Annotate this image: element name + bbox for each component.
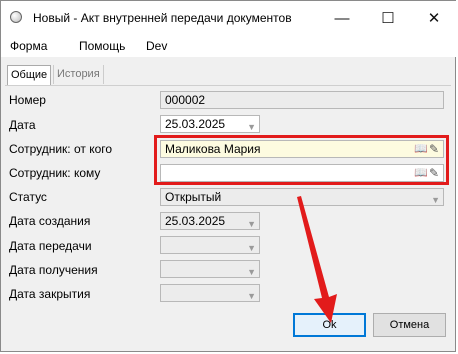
- employee-to-label: Сотрудник: кому: [9, 166, 101, 180]
- chevron-down-icon: ▼: [247, 291, 256, 301]
- menu-item-form[interactable]: Форма: [10, 39, 47, 53]
- date-label: Дата: [9, 118, 36, 132]
- dialog-window: Новый - Акт внутренней передачи документ…: [0, 0, 457, 352]
- status-select[interactable]: Открытый ▼: [160, 188, 444, 206]
- date-value: 25.03.2025: [165, 117, 226, 131]
- menu-item-help[interactable]: Помощь: [79, 39, 125, 53]
- chevron-down-icon: ▼: [247, 219, 256, 229]
- received-date-picker: ▼: [160, 260, 260, 278]
- transfer-date-label: Дата передачи: [9, 239, 92, 253]
- number-field: 000002: [160, 91, 444, 109]
- tab-general[interactable]: Общие: [7, 65, 52, 85]
- menu-bar: Форма Помощь Dev: [1, 35, 457, 57]
- app-icon: [10, 11, 22, 23]
- date-picker[interactable]: 25.03.2025 ▼: [160, 115, 260, 133]
- chevron-down-icon[interactable]: ▼: [247, 119, 256, 132]
- created-date-value: 25.03.2025: [165, 214, 226, 228]
- number-label: Номер: [9, 93, 46, 107]
- maximize-button[interactable]: ☐: [365, 1, 411, 35]
- menu-item-dev[interactable]: Dev: [146, 39, 167, 53]
- chevron-down-icon[interactable]: ▼: [431, 192, 440, 205]
- highlight-frame: [154, 135, 449, 185]
- created-date-label: Дата создания: [9, 214, 91, 228]
- employee-from-label: Сотрудник: от кого: [9, 142, 113, 156]
- close-button[interactable]: ✕: [411, 1, 457, 35]
- tab-history[interactable]: История: [53, 65, 104, 84]
- minimize-button[interactable]: —: [319, 1, 365, 35]
- status-value: Открытый: [165, 190, 222, 204]
- title-bar[interactable]: Новый - Акт внутренней передачи документ…: [1, 1, 457, 35]
- chevron-down-icon: ▼: [247, 267, 256, 277]
- ok-button[interactable]: Ok: [293, 313, 366, 337]
- chevron-down-icon: ▼: [247, 243, 256, 253]
- transfer-date-picker: ▼: [160, 236, 260, 254]
- cancel-button[interactable]: Отмена: [373, 313, 446, 337]
- closed-date-picker: ▼: [160, 284, 260, 302]
- window-title: Новый - Акт внутренней передачи документ…: [33, 11, 292, 25]
- received-date-label: Дата получения: [9, 263, 98, 277]
- status-label: Статус: [9, 190, 47, 204]
- created-date-picker: 25.03.2025 ▼: [160, 212, 260, 230]
- closed-date-label: Дата закрытия: [9, 287, 91, 301]
